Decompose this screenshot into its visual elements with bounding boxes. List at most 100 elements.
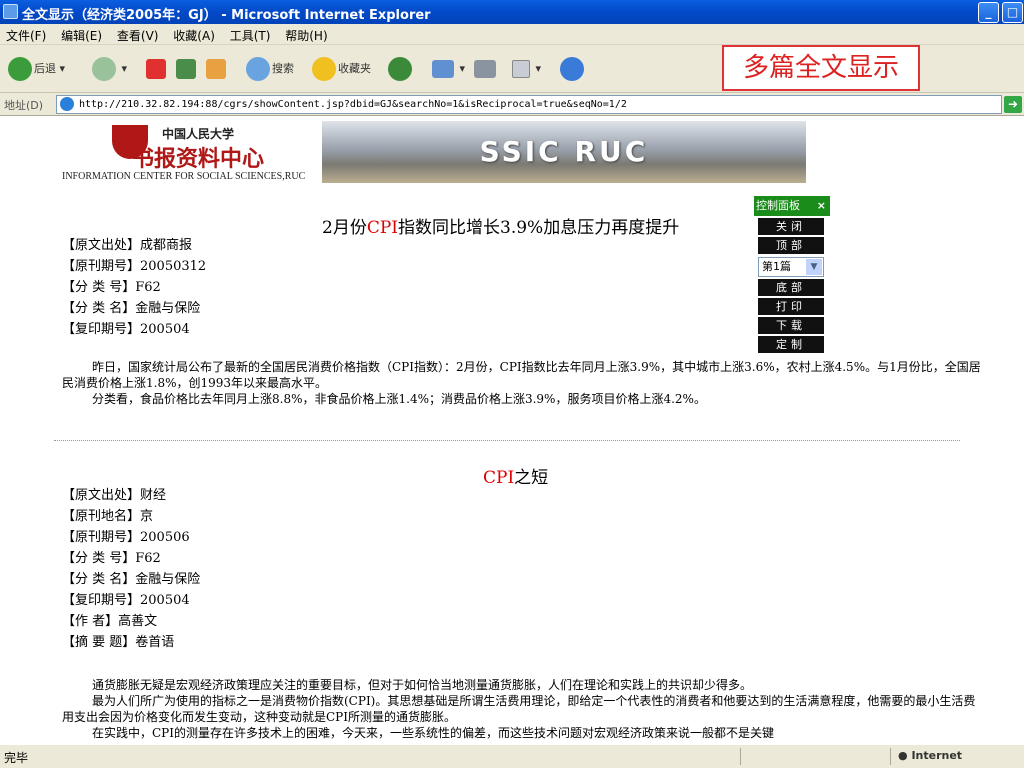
- stop-icon: [146, 59, 166, 79]
- article1-title-prefix: 2月份: [322, 218, 367, 238]
- article1-meta: 【原文出处】成都商报 【原刊期号】20050312 【分 类 号】F62 【分 …: [62, 235, 206, 340]
- address-url: http://210.32.82.194:88/cgrs/showContent…: [79, 99, 627, 110]
- control-panel-header: 控制面板 ×: [754, 196, 830, 216]
- page-content: 中国人民大学 书报资料中心 INFORMATION CENTER FOR SOC…: [0, 117, 1024, 744]
- article1-title: 2月份CPI指数同比增长3.9%加息压力再度提升: [322, 213, 679, 238]
- banner-text: SSIC RUC: [479, 135, 649, 168]
- article2-paragraph: 在实践中，CPI的测量存在许多技术上的困难，今天来，一些系统性的偏差，而这些技术…: [92, 726, 775, 740]
- bottom-button[interactable]: 底部: [758, 279, 824, 296]
- download-button[interactable]: 下载: [758, 317, 824, 334]
- address-label: 地址(D): [4, 99, 44, 112]
- article2-paragraph: 通货膨胀无疑是宏观经济政策理应关注的重要目标，但对于如何恰当地测量通货膨胀，人们…: [92, 678, 753, 692]
- stop-button[interactable]: [146, 55, 168, 83]
- panel-close-icon[interactable]: ×: [817, 196, 826, 216]
- printer-icon: [474, 60, 496, 78]
- page-icon: [60, 97, 74, 111]
- print-button[interactable]: [474, 55, 498, 83]
- internet-zone: ● Internet: [898, 749, 963, 762]
- meta-reprint-issue: 【复印期号】200504: [62, 593, 190, 608]
- address-bar: 地址(D) http://210.32.82.194:88/cgrs/showC…: [0, 93, 1024, 116]
- control-panel-title: 控制面板: [756, 199, 800, 212]
- search-label: 搜索: [272, 62, 294, 75]
- meta-class-no: 【分 类 号】F62: [62, 551, 161, 566]
- menu-edit[interactable]: 编辑(E): [55, 24, 107, 44]
- mail-button[interactable]: ▾: [432, 55, 465, 83]
- article2-paragraph: 最为人们所广为使用的指标之一是消费物价指数(CPI)。其思想基础是所谓生活费用理…: [62, 694, 976, 724]
- article2-title-highlight: CPI: [483, 468, 515, 488]
- print-article-button[interactable]: 打印: [758, 298, 824, 315]
- menu-view[interactable]: 查看(V): [111, 24, 164, 44]
- maximize-button[interactable]: □: [1002, 2, 1023, 23]
- search-button[interactable]: 搜索: [246, 55, 294, 83]
- control-panel: 控制面板 × 关闭 顶部 第1篇 ▼ 底部 打印 下载 定制: [754, 196, 830, 353]
- zone-label: Internet: [911, 749, 963, 762]
- menu-tools[interactable]: 工具(T): [224, 24, 276, 44]
- window-title: 全文显示（经济类2005年：GJ） - Microsoft Internet E…: [22, 8, 431, 23]
- meta-issue: 【原刊期号】20050312: [62, 259, 207, 274]
- article1-title-highlight: CPI: [366, 218, 398, 238]
- refresh-button[interactable]: [176, 55, 198, 83]
- customize-button[interactable]: 定制: [758, 336, 824, 353]
- meta-class-name: 【分 类 名】金融与保险: [62, 572, 201, 587]
- article2-meta: 【原文出处】财经 【原刊地名】京 【原刊期号】200506 【分 类 号】F62…: [62, 485, 200, 653]
- meta-abstract-title: 【摘 要 题】卷首语: [62, 635, 175, 650]
- back-button[interactable]: 后退 ▾: [8, 55, 65, 83]
- status-text: 完毕: [4, 751, 29, 765]
- menu-bar: 文件(F) 编辑(E) 查看(V) 收藏(A) 工具(T) 帮助(H): [0, 24, 1024, 45]
- ssic-banner: SSIC RUC: [322, 121, 806, 183]
- minimize-button[interactable]: _: [978, 2, 999, 23]
- search-icon: [246, 57, 270, 81]
- ie-icon: [3, 4, 18, 19]
- forward-button[interactable]: ▾: [92, 55, 127, 83]
- meta-author: 【作 者】高善文: [62, 614, 158, 629]
- menu-help[interactable]: 帮助(H): [279, 24, 332, 44]
- article-select-value: 第1篇: [762, 260, 791, 273]
- ruc-logo: 中国人民大学 书报资料中心 INFORMATION CENTER FOR SOC…: [62, 121, 305, 183]
- meta-class-name: 【分 类 名】金融与保险: [62, 301, 201, 316]
- status-bar: 完毕 ● Internet: [0, 744, 1024, 768]
- article1-paragraph: 分类看，食品价格比去年同月上涨8.8%，非食品价格上涨1.4%；消费品价格上涨3…: [92, 392, 706, 406]
- address-input[interactable]: http://210.32.82.194:88/cgrs/showContent…: [56, 95, 1002, 114]
- article-divider: [54, 440, 960, 441]
- meta-issue: 【原刊期号】200506: [62, 530, 190, 545]
- edit-button[interactable]: ▾: [512, 55, 541, 83]
- chevron-down-icon: ▼: [806, 259, 822, 275]
- meta-class-no: 【分 类 号】F62: [62, 280, 161, 295]
- top-button[interactable]: 顶部: [758, 237, 824, 254]
- article1-paragraph: 昨日，国家统计局公布了最新的全国居民消费价格指数（CPI指数）：2月份，CPI指…: [62, 360, 981, 390]
- menu-favorites[interactable]: 收藏(A): [167, 24, 220, 44]
- article2-body: 通货膨胀无疑是宏观经济政策理应关注的重要目标，但对于如何恰当地测量通货膨胀，人们…: [62, 677, 982, 741]
- logo-cn-name: 中国人民大学: [162, 127, 235, 141]
- article1-title-suffix: 指数同比增长3.9%加息压力再度提升: [398, 218, 680, 238]
- history-button[interactable]: [388, 55, 414, 83]
- logo-calligraphy: 书报资料中心: [132, 146, 265, 172]
- article2-title-suffix: 之短: [514, 468, 549, 488]
- status-divider: [890, 748, 891, 765]
- messenger-icon: [560, 57, 584, 81]
- home-button[interactable]: [206, 55, 228, 83]
- meta-source: 【原文出处】财经: [62, 488, 167, 503]
- go-button[interactable]: ➜: [1004, 96, 1022, 113]
- meta-source: 【原文出处】成都商报: [62, 238, 193, 253]
- back-arrow-icon: [8, 57, 32, 81]
- close-button[interactable]: 关闭: [758, 218, 824, 235]
- status-divider: [740, 748, 741, 765]
- favorites-label: 收藏夹: [338, 62, 371, 75]
- messenger-button[interactable]: [560, 55, 586, 83]
- menu-file[interactable]: 文件(F): [0, 24, 51, 44]
- title-bar: 全文显示（经济类2005年：GJ） - Microsoft Internet E…: [0, 0, 1024, 24]
- meta-place: 【原刊地名】京: [62, 509, 154, 524]
- mail-icon: [432, 60, 454, 78]
- star-icon: [312, 57, 336, 81]
- article1-body: 昨日，国家统计局公布了最新的全国居民消费价格指数（CPI指数）：2月份，CPI指…: [62, 359, 982, 407]
- article2-title: CPI之短: [483, 463, 548, 488]
- favorites-button[interactable]: 收藏夹: [312, 55, 371, 83]
- refresh-icon: [176, 59, 196, 79]
- edit-page-icon: [512, 60, 530, 78]
- home-icon: [206, 59, 226, 79]
- meta-reprint-issue: 【复印期号】200504: [62, 322, 190, 337]
- back-label: 后退: [34, 62, 56, 75]
- article-select[interactable]: 第1篇 ▼: [758, 257, 824, 277]
- forward-arrow-icon: [92, 57, 116, 81]
- history-icon: [388, 57, 412, 81]
